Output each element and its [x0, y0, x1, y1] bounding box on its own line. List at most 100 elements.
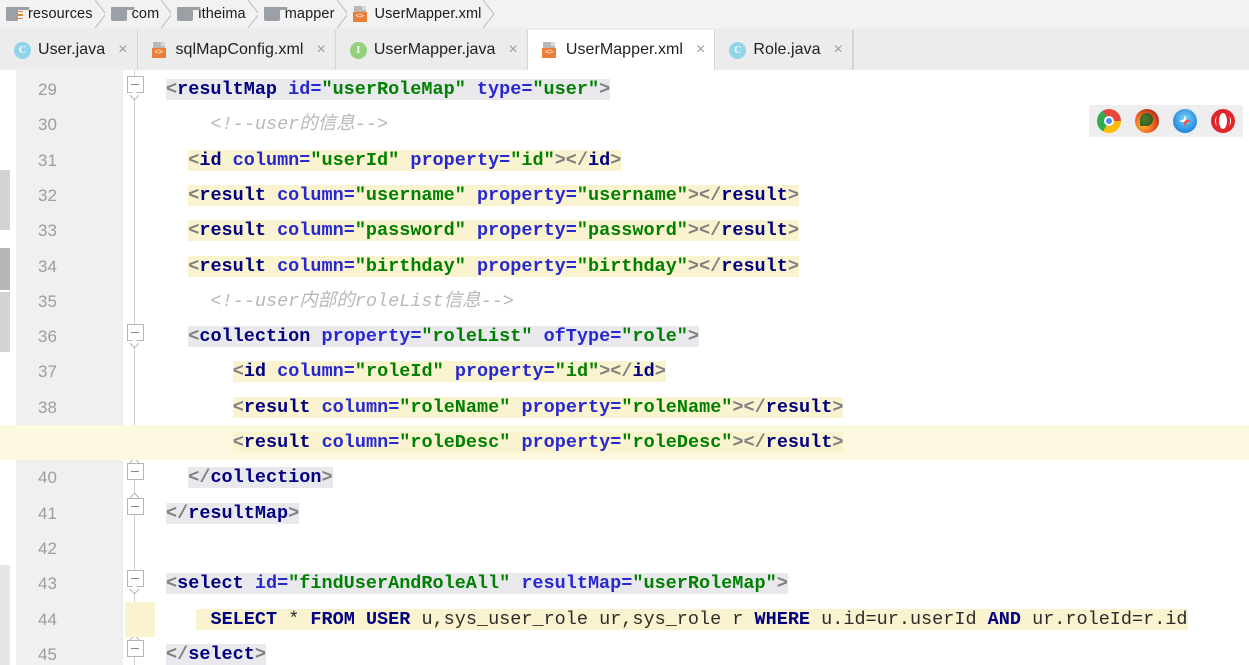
code-token-tag: resultMap — [177, 79, 278, 100]
breadcrumb-label: resources — [28, 6, 93, 22]
opera-icon[interactable] — [1211, 109, 1235, 133]
java-interface-icon: I — [349, 41, 367, 59]
firefox-icon[interactable] — [1135, 109, 1159, 133]
code-line[interactable]: <result column="roleDesc" property="role… — [0, 425, 1249, 461]
code-token-brk: ></ — [687, 220, 722, 242]
code-line[interactable]: </resultMap> — [146, 496, 1249, 531]
code-token-brk: ></ — [554, 149, 589, 171]
code-line[interactable]: <id column="roleId" property="id"></id> — [146, 354, 1249, 389]
code-line[interactable]: <result column="password" property="pass… — [146, 213, 1249, 248]
fold-end-line-40[interactable] — [126, 457, 144, 483]
code-token-brk: > — [654, 361, 666, 383]
code-token-brk: ></ — [687, 255, 722, 277]
code-token-val: "userRoleMap" — [321, 79, 466, 100]
tab-close-icon[interactable]: × — [509, 41, 518, 59]
code-line-text: <result column="password" property="pass… — [146, 213, 799, 248]
code-token-brk: < — [188, 149, 200, 171]
tab-close-icon[interactable]: × — [118, 41, 127, 59]
code-line[interactable]: <!--user内部的roleList信息--> — [146, 284, 1249, 319]
code-text-area[interactable]: <resultMap id="userRoleMap" type="user">… — [0, 70, 1249, 665]
tab-close-icon[interactable]: × — [696, 41, 705, 59]
code-line[interactable]: <collection property="roleList" ofType="… — [146, 319, 1249, 354]
fold-end-line-45[interactable] — [126, 634, 144, 660]
code-token-txt: u,sys_user_role ur,sys_role r — [410, 608, 755, 630]
code-line[interactable]: <result column="roleName" property="role… — [146, 390, 1249, 425]
code-token-tag: id — [243, 361, 267, 383]
code-token-attr: = — [621, 573, 633, 595]
tab-role-java[interactable]: C Role.java × — [715, 30, 853, 70]
code-token-attr: = — [610, 326, 622, 348]
code-line[interactable]: <id column="userId" property="id"></id> — [146, 143, 1249, 178]
code-line[interactable]: <result column="birthday" property="birt… — [146, 249, 1249, 284]
code-token-attr: = — [565, 255, 577, 277]
code-token-brk: ></ — [732, 432, 766, 453]
tab-close-icon[interactable]: × — [834, 41, 843, 59]
code-token-attr: property — [454, 361, 544, 383]
code-token-val: "findUserAndRoleAll" — [288, 573, 511, 595]
safari-icon[interactable] — [1173, 109, 1197, 133]
line-number: 37 — [38, 362, 57, 382]
code-token-brk: </ — [188, 467, 211, 489]
code-editor[interactable]: 2930313233343536373839404142434445 <resu… — [0, 70, 1249, 665]
code-token-cmt: <!--user的信息--> — [210, 114, 389, 136]
code-token-brk: > — [321, 467, 333, 489]
editor-tab-bar: C User.java × <> sqlMapConfig.xml × I Us… — [0, 28, 1249, 70]
tab-close-icon[interactable]: × — [316, 41, 325, 59]
code-token-brk: > — [832, 432, 844, 453]
line-number: 36 — [38, 327, 57, 347]
code-token-brk: > — [776, 573, 788, 595]
code-line[interactable]: <result column="username" property="user… — [146, 178, 1249, 213]
code-token-val: "userId" — [310, 149, 400, 171]
tab-usermapper-xml[interactable]: <> UserMapper.xml × — [527, 30, 716, 70]
tab-user-java[interactable]: C User.java × — [0, 30, 138, 70]
line-number: 40 — [38, 468, 57, 488]
code-line[interactable]: <!--user的信息--> — [146, 107, 1249, 142]
code-token-sql: SELECT — [210, 608, 278, 630]
fold-toggle-line-29[interactable] — [126, 76, 144, 101]
code-token-attr: = — [343, 255, 355, 277]
chrome-icon[interactable] — [1097, 109, 1121, 133]
search-highlight-bleed — [125, 601, 155, 637]
code-line[interactable]: SELECT * FROM USER u,sys_user_role ur,sy… — [146, 602, 1249, 637]
scrollbar-track-mark — [0, 292, 10, 352]
code-token-attr: = — [610, 396, 622, 418]
scrollbar-track-mark — [0, 565, 10, 665]
code-folding-column[interactable] — [123, 70, 146, 665]
breadcrumb-item-itheima[interactable]: itheima — [171, 0, 260, 28]
editor-left-scrollbar[interactable] — [0, 70, 16, 665]
code-token-tag: result — [721, 255, 788, 277]
code-line-text: <result column="username" property="user… — [146, 178, 799, 213]
code-line[interactable]: <resultMap id="userRoleMap" type="user"> — [146, 72, 1249, 107]
code-line[interactable]: </select> — [146, 637, 1249, 665]
code-token-attr: = — [521, 79, 533, 100]
code-token-val: "user" — [532, 79, 600, 100]
fold-toggle-line-36[interactable] — [126, 324, 144, 349]
code-line[interactable]: <select id="findUserAndRoleAll" resultMa… — [146, 566, 1249, 601]
breadcrumb-item-resources[interactable]: resources — [0, 0, 107, 28]
fold-end-line-41[interactable] — [126, 492, 144, 518]
breadcrumb-item-com[interactable]: com — [104, 0, 174, 28]
code-token-val: "roleName" — [621, 396, 733, 418]
code-token-val: "id" — [510, 149, 555, 171]
breadcrumb-item-usermapper-xml[interactable]: <> UserMapper.xml — [346, 0, 496, 28]
code-token-brk: ></ — [599, 361, 633, 383]
code-token-attr: id — [254, 573, 278, 595]
code-line[interactable] — [146, 531, 1249, 566]
code-line-text: </collection> — [146, 460, 333, 495]
code-line[interactable]: </collection> — [146, 460, 1249, 495]
tab-usermapper-java[interactable]: I UserMapper.java × — [335, 30, 528, 70]
code-token-brk: < — [188, 184, 200, 206]
breadcrumb-item-mapper[interactable]: mapper — [257, 0, 349, 28]
code-token-val: "password" — [576, 220, 688, 242]
code-token-sql: WHERE — [754, 608, 811, 630]
code-line-text: <select id="findUserAndRoleAll" resultMa… — [146, 566, 788, 601]
code-token-attr: resultMap — [521, 573, 622, 595]
scrollbar-thumb[interactable] — [0, 248, 10, 290]
tab-sqlmapconfig-xml[interactable]: <> sqlMapConfig.xml × — [137, 30, 336, 70]
fold-toggle-line-43[interactable] — [126, 570, 144, 595]
